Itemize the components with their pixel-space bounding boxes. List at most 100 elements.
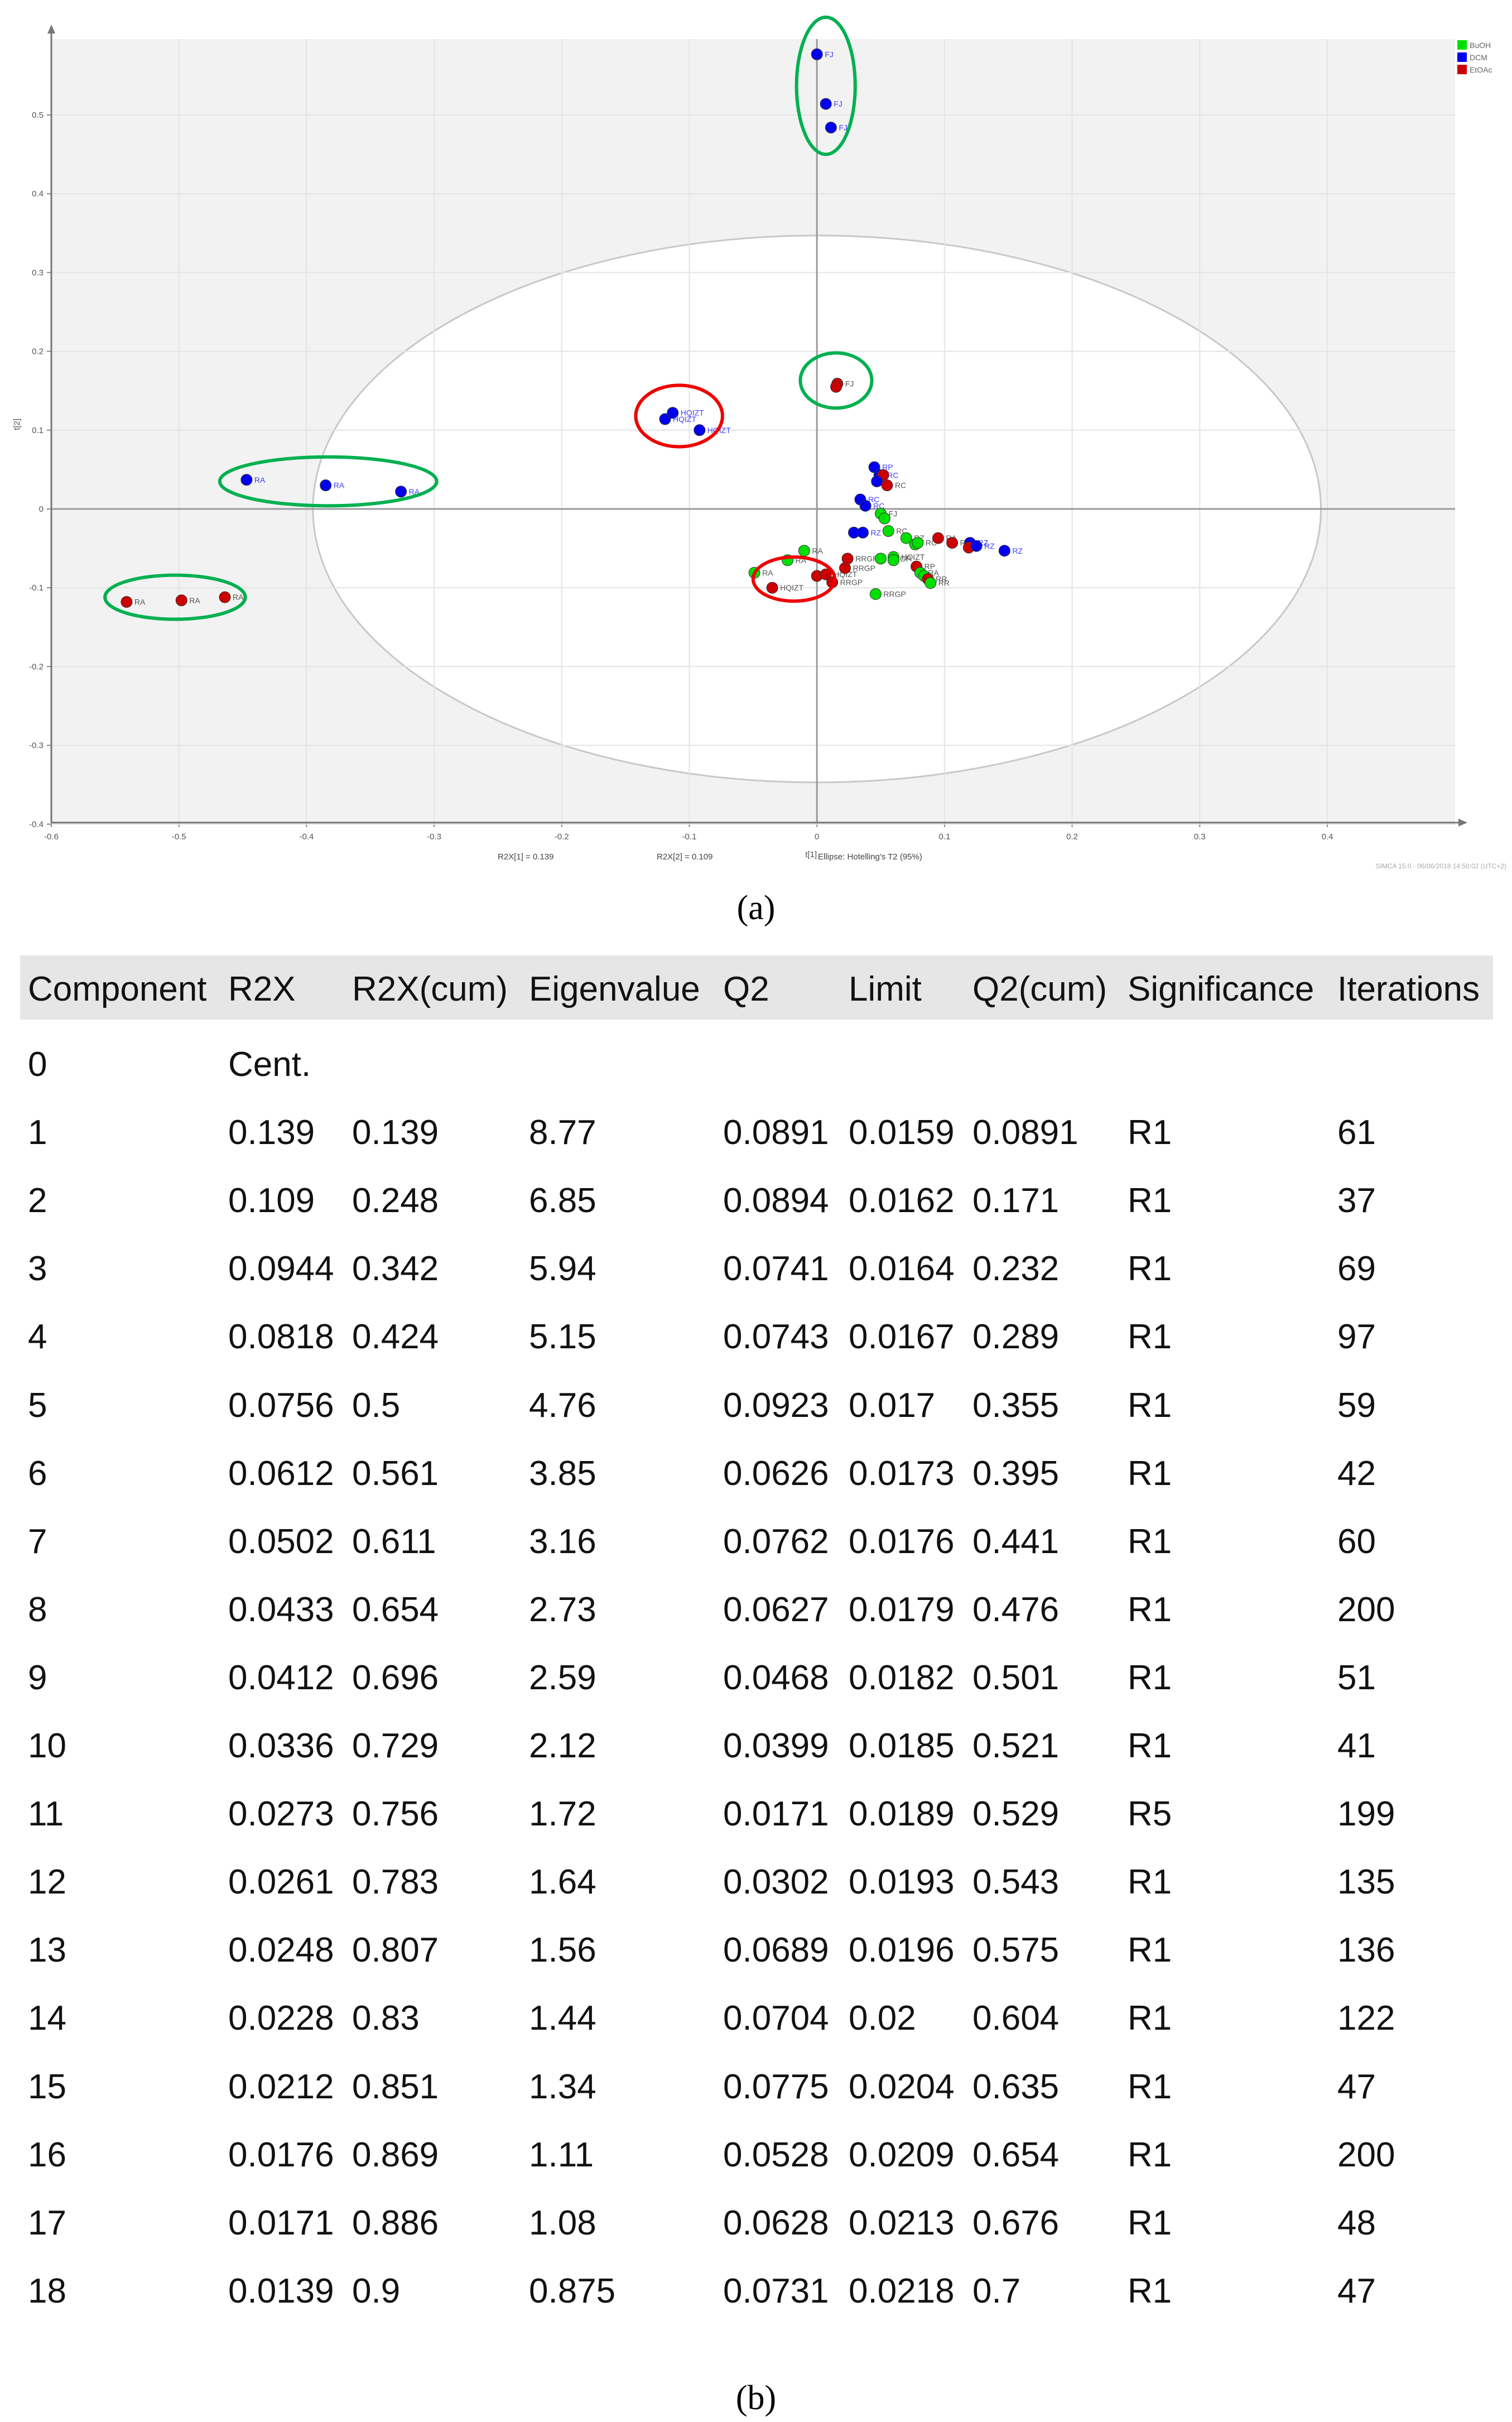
data-point-buoh [798,545,810,557]
table-cell: 0.0193 [849,1863,955,1902]
table-cell: 3.85 [529,1454,596,1493]
table-cell: 0.232 [972,1250,1060,1289]
table-cell: 0.395 [972,1454,1060,1493]
table-cell: 0.0923 [723,1386,829,1425]
table-cell: 0.0218 [849,2271,955,2310]
x-tick-label: 0.1 [938,832,950,842]
table-cell: 0.0179 [849,1590,955,1629]
data-point-dcm [820,98,832,110]
table-cell: 0 [28,1045,47,1084]
table-cell: R1 [1128,1386,1172,1425]
data-point-buoh [878,512,890,525]
column-header-significance: Significance [1128,970,1314,1008]
table-cell: 0.635 [972,2067,1060,2106]
table-cell: 0.696 [352,1658,439,1697]
data-point-label: RZ [1012,546,1023,555]
data-point-label: FJ [845,379,854,388]
data-point-etoac [830,381,842,393]
table-cell: 0.0167 [849,1318,955,1357]
data-point-dcm [970,540,983,552]
table-cell: 7 [28,1522,47,1561]
table-cell: 0.289 [972,1318,1060,1357]
table-cell: 42 [1337,1454,1376,1493]
table-cell: 15 [28,2067,66,2106]
y-axis-label: t[2] [12,419,22,430]
data-point-buoh [875,552,887,565]
table-cell: 1.72 [529,1795,596,1834]
data-point-label: RA [233,593,244,602]
table-cell: 0.0818 [228,1318,334,1357]
table-cell: 200 [1337,2135,1395,2174]
table-cell: 136 [1337,1931,1395,1970]
data-point-label: RC [895,481,906,490]
table-cell: 6 [28,1454,47,1493]
table-cell: 0.0627 [723,1590,829,1629]
table-cell: 0.0894 [723,1181,829,1220]
data-point-dcm [998,545,1010,557]
table-cell: 69 [1337,1250,1376,1289]
footer-r2x2: R2X[2] = 0.109 [657,852,713,862]
data-point-label: RRGP [883,589,906,598]
table-cell: 0.0228 [228,1999,334,2038]
data-point-buoh [882,525,894,537]
table-cell: 0.654 [352,1590,439,1629]
table-cell: 16 [28,2135,66,2174]
y-tick-label: -0.2 [29,662,44,671]
table-cell: 10 [28,1727,66,1765]
table-cell: 0.0502 [228,1522,334,1561]
data-point-dcm [240,474,253,486]
table-cell: 37 [1337,1181,1376,1220]
table-cell: 0.783 [352,1863,439,1902]
legend-label-dcm: DCM [1470,53,1487,62]
y-tick-label: -0.1 [29,583,44,593]
y-tick-label: -0.3 [29,741,44,751]
table-cell: 0.0775 [723,2067,829,2106]
table-cell: 0.0261 [228,1863,334,1902]
table-cell: 9 [28,1658,47,1697]
table-cell: 0.886 [352,2203,439,2242]
table-cell: 0.561 [352,1454,439,1493]
column-header-limit: Limit [849,970,922,1008]
table-cell: 41 [1337,1727,1376,1765]
data-point-dcm [857,526,869,539]
data-point-etoac [766,582,778,594]
table-cell: 0.171 [972,1181,1060,1220]
column-header-r2x-cum-: R2X(cum) [352,970,508,1008]
data-point-label: RA [334,481,345,490]
table-cell: 0.0626 [723,1454,829,1493]
data-point-label: RRGP [840,578,863,587]
caption-b: (b) [735,2379,777,2417]
table-cell: 1.08 [529,2203,596,2242]
x-axis-label: t[1] [805,850,817,859]
table-cell: 1 [28,1113,47,1152]
table-cell: 0.248 [352,1181,439,1220]
table-cell: 5.94 [529,1250,596,1289]
data-point-dcm [871,475,883,488]
x-tick-label: 0.2 [1066,832,1078,842]
x-tick-label: -0.1 [682,832,697,842]
legend-swatch-dcm [1457,52,1467,62]
table-cell: 8 [28,1590,47,1629]
x-tick-label: -0.2 [555,832,569,842]
table-cell: 0.139 [228,1113,315,1152]
data-point-label: RZ [871,528,882,537]
table-cell: 1.11 [529,2135,594,2174]
table-cell: R1 [1128,1522,1172,1561]
table-cell: 0.543 [972,1863,1060,1902]
table-cell: 0.0189 [849,1795,955,1834]
footer-r2x1: R2X[1] = 0.139 [498,852,554,862]
table-cell: 0.0336 [228,1727,334,1765]
table-cell: R1 [1128,1181,1172,1220]
table-cell: 17 [28,2203,66,2242]
table-cell: 60 [1337,1522,1376,1561]
table-cell: 0.0139 [228,2271,334,2310]
table-cell: 0.424 [352,1318,439,1357]
y-tick-label: -0.4 [29,820,44,829]
data-point-etoac [881,479,893,492]
table-cell: 1.44 [529,1999,596,2038]
data-point-etoac [841,552,854,565]
x-tick-label: -0.3 [427,832,441,842]
table-cell: 0.521 [972,1727,1060,1765]
table-cell: 1.56 [529,1931,596,1970]
table-cell: 0.756 [352,1795,439,1834]
